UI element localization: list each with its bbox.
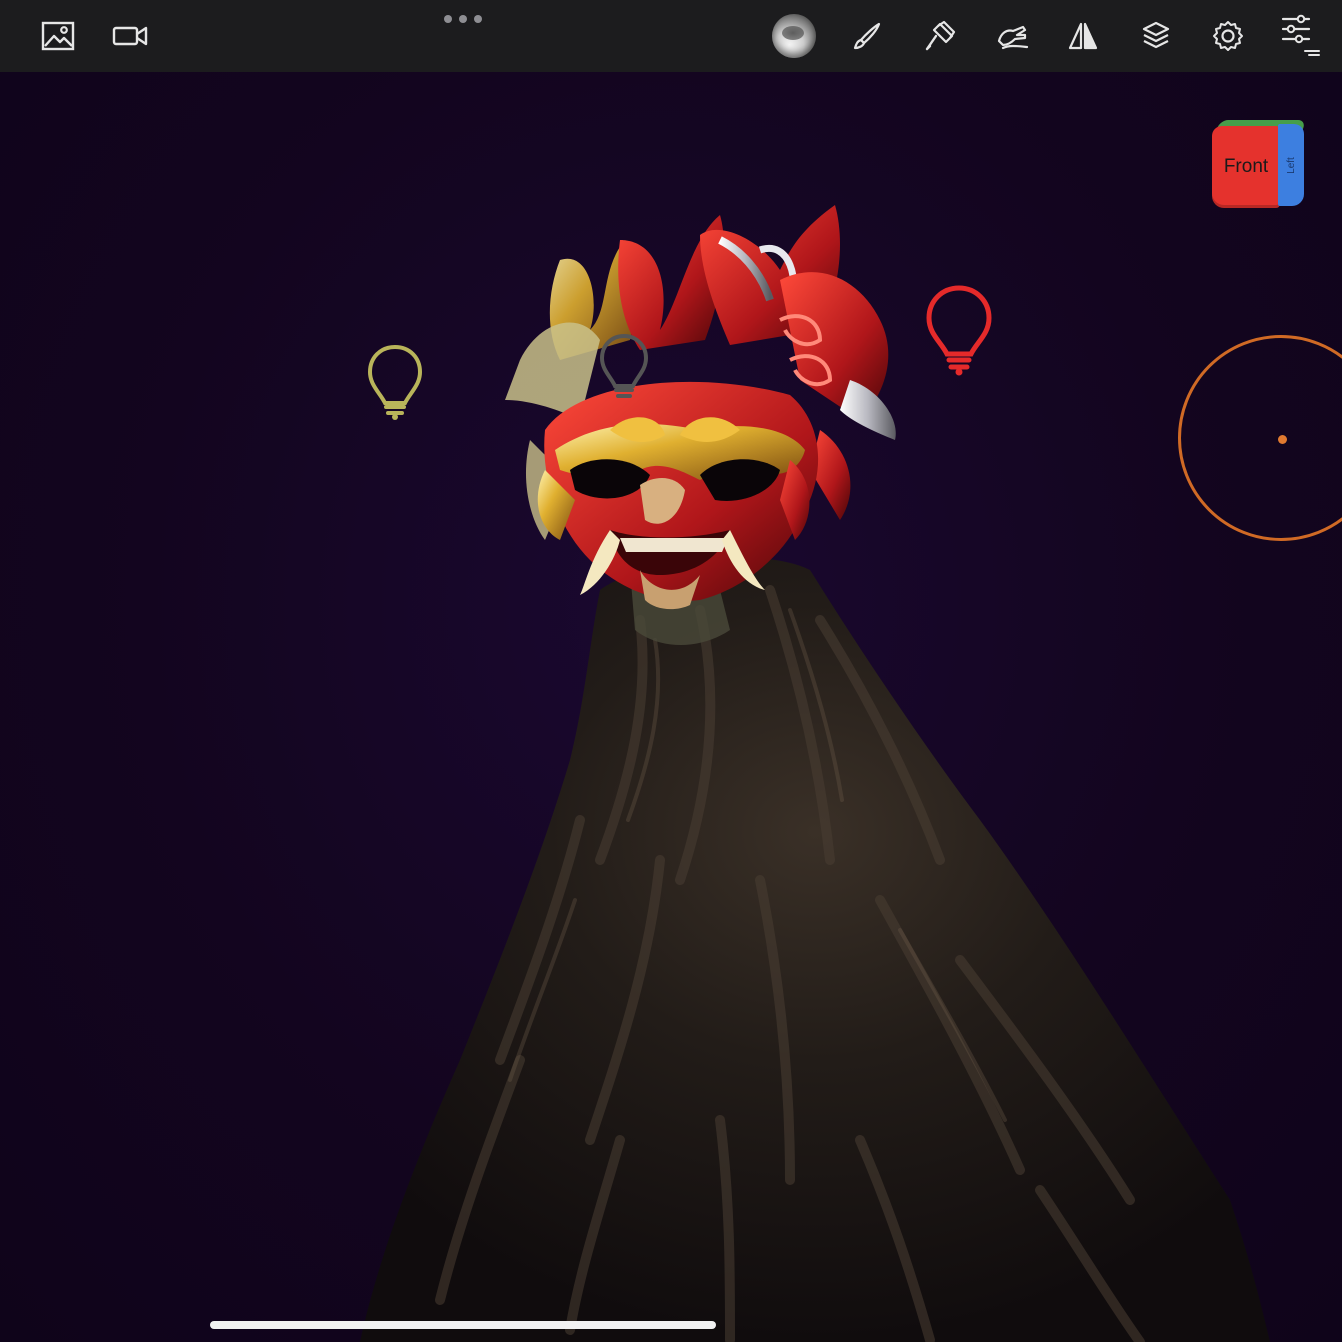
home-indicator[interactable] [210,1321,716,1329]
record-button[interactable] [104,10,156,62]
settings-button[interactable] [1202,10,1254,62]
image-icon [41,21,75,51]
light-yellow-icon[interactable] [366,343,424,427]
sculpt-tool-button[interactable] [914,10,966,62]
symmetry-button[interactable] [1057,10,1109,62]
view-cube-left-label: Left [1285,156,1297,174]
sliders-icon [1281,14,1320,56]
video-camera-icon [112,26,148,46]
mirror-triangle-icon [1068,22,1098,50]
view-cube-front-label: Front [1223,156,1269,177]
brush-icon [853,22,881,50]
matcap-sphere-icon[interactable] [772,14,816,58]
hand-stroke-icon [997,25,1029,50]
view-cube-front[interactable]: Front [1212,126,1280,208]
sculpt-model [360,205,1270,1342]
gizmo-center-dot[interactable] [1278,435,1287,444]
app-window: Front Left [0,0,1342,1342]
hammer-icon [925,20,956,51]
view-cube[interactable]: Front Left [1212,120,1307,208]
paint-button[interactable] [841,10,893,62]
interface-button[interactable] [1275,10,1327,62]
light-red-icon[interactable] [925,284,993,382]
scene-button[interactable] [1130,10,1182,62]
gear-icon [1213,21,1243,51]
more-menu-button[interactable] [440,10,486,28]
ellipsis-icon [444,15,452,23]
top-toolbar [0,0,1342,72]
stroke-button[interactable] [986,10,1038,62]
gallery-button[interactable] [32,10,84,62]
light-gray-icon[interactable] [598,332,650,410]
view-cube-left[interactable]: Left [1278,124,1304,206]
layers-icon [1142,21,1170,49]
ellipsis-dot [474,15,482,23]
ellipsis-dot [459,15,467,23]
robe-shape [360,557,1270,1342]
